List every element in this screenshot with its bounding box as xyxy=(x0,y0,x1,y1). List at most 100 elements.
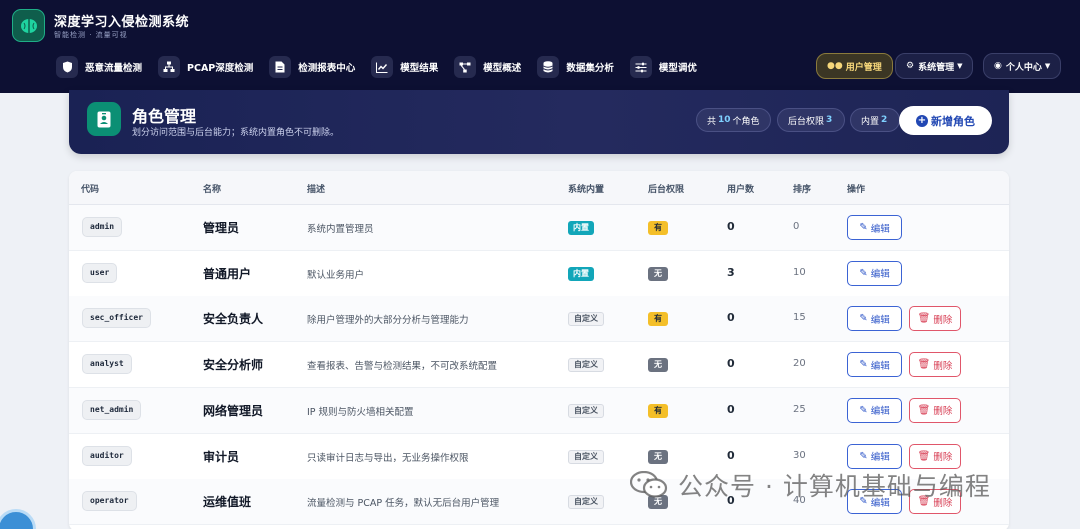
delete-button[interactable]: 🗑 删除 xyxy=(909,397,961,423)
role-code: sec_officer xyxy=(82,308,151,329)
delete-button[interactable]: 🗑 删除 xyxy=(909,352,961,378)
sort-order: 15 xyxy=(793,312,806,324)
role-name: 安全负责人 xyxy=(203,312,264,327)
nav-pcap[interactable]: PCAP深度检测 xyxy=(154,53,259,81)
role-name: 审计员 xyxy=(203,449,240,464)
table-row: analyst 安全分析师 查看报表、告警与检测结果，不可改系统配置 自定义 无 0 20 ✎… xyxy=(69,342,1009,389)
header-code: 代码 xyxy=(81,185,100,195)
nav-dataset-analysis[interactable]: 数据集分析 xyxy=(533,53,620,81)
system-management-dropdown[interactable]: ⚙ 系统管理 ▼ xyxy=(895,53,974,79)
page-title: 角色管理 xyxy=(132,107,197,126)
admin-label: 后台权限 xyxy=(788,116,825,127)
edit-icon: ✎ xyxy=(859,313,868,325)
edit-label: 编辑 xyxy=(870,452,890,463)
role-code: admin xyxy=(82,217,123,237)
nav-model-results[interactable]: 模型结果 xyxy=(367,53,444,81)
file-report-icon xyxy=(269,56,292,78)
nav-label: 恶意流量检测 xyxy=(85,63,143,74)
role-name: 网络管理员 xyxy=(203,403,264,418)
role-code: analyst xyxy=(82,354,132,375)
personal-center-dropdown[interactable]: ◉ 个人中心 ▼ xyxy=(983,53,1062,79)
edit-button[interactable]: ✎ 编辑 xyxy=(847,260,902,286)
edit-icon: ✎ xyxy=(859,404,868,416)
builtin-badge: 自定义 xyxy=(568,403,604,418)
edit-label: 编辑 xyxy=(870,223,890,235)
table-row: sec_officer 安全负责人 除用户管理外的大部分分析与管理能力 自定义 有 0 15… xyxy=(69,296,1009,343)
trash-icon: 🗑 xyxy=(917,404,931,416)
total-prefix: 共 xyxy=(707,116,717,127)
nav-report-center[interactable]: 检测报表中心 xyxy=(265,53,361,81)
sort-order: 0 xyxy=(793,221,800,232)
delete-label: 删除 xyxy=(933,314,953,326)
user-count: 0 xyxy=(727,402,735,416)
delete-label: 删除 xyxy=(933,452,953,463)
role-code: auditor xyxy=(82,445,132,466)
builtin-count: 2 xyxy=(881,115,888,125)
plus-circle-icon: + xyxy=(916,114,928,127)
nav-malicious-traffic[interactable]: 恶意流量检测 xyxy=(52,53,148,81)
builtin-label: 内置 xyxy=(861,116,880,127)
edit-icon: ✎ xyxy=(859,450,868,462)
edit-button[interactable]: ✎ 编辑 xyxy=(847,306,902,332)
edit-button[interactable]: ✎ 编辑 xyxy=(847,397,902,423)
header-users: 用户数 xyxy=(727,185,755,195)
table-row: admin 管理员 系统内置管理员 内置 有 0 0 ✎ 编辑 xyxy=(69,205,1009,251)
header-builtin: 系统内置 xyxy=(568,185,605,195)
main-nav: 恶意流量检测 PCAP深度检测 检测报表中心 模型结果 模型概述 数据集分析 模… xyxy=(52,53,703,81)
role-name: 普通用户 xyxy=(203,266,252,281)
floating-assistant-button[interactable] xyxy=(0,509,36,529)
role-code: user xyxy=(82,262,118,283)
delete-label: 删除 xyxy=(933,406,953,418)
nav-model-tuning[interactable]: 模型调优 xyxy=(626,53,703,81)
top-navbar: 深度学习入侵检测系统 智能检测 · 流量可视 恶意流量检测 PCAP深度检测 检… xyxy=(0,0,1080,93)
brain-logo-icon[interactable] xyxy=(12,9,45,42)
role-management-header: 角色管理 划分访问范围与后台能力；系统内置角色不可删除。 共 10 个角色 后台… xyxy=(69,90,1009,154)
role-name: 运维值班 xyxy=(203,495,252,510)
user-management-button[interactable]: ●● 用户管理 xyxy=(816,53,893,79)
role-description: 除用户管理外的大部分分析与管理能力 xyxy=(307,315,469,327)
add-role-button[interactable]: + 新增角色 xyxy=(899,106,992,135)
sort-order: 30 xyxy=(793,449,806,461)
trash-icon: 🗑 xyxy=(917,313,931,325)
chart-line-icon xyxy=(371,56,394,78)
user-count: 0 xyxy=(727,357,735,371)
caret-down-icon: ▼ xyxy=(1044,62,1051,70)
builtin-badge: 自定义 xyxy=(568,358,604,373)
admin-count: 3 xyxy=(826,115,833,125)
shield-icon xyxy=(56,56,78,78)
sliders-icon xyxy=(629,56,652,78)
role-code: net_admin xyxy=(82,399,142,420)
edit-button[interactable]: ✎ 编辑 xyxy=(847,215,902,240)
nav-label: PCAP深度检测 xyxy=(187,63,254,74)
admin-permission-badge: 无 xyxy=(648,358,668,373)
user-count: 3 xyxy=(727,265,735,279)
header-sort: 排序 xyxy=(793,185,812,195)
role-description: 默认业务用户 xyxy=(307,269,365,281)
gear-icon: ⚙ xyxy=(906,61,915,71)
nav-model-overview[interactable]: 模型概述 xyxy=(450,53,527,81)
nav-label: 模型概述 xyxy=(483,63,522,74)
id-badge-icon xyxy=(87,102,121,136)
edit-button[interactable]: ✎ 编辑 xyxy=(847,352,902,378)
nav-label: 模型结果 xyxy=(400,63,439,74)
delete-button[interactable]: 🗑 删除 xyxy=(909,306,961,332)
network-icon xyxy=(158,56,181,78)
delete-label: 删除 xyxy=(933,360,953,372)
personal-center-label: 个人中心 xyxy=(1005,62,1042,73)
user-count: 0 xyxy=(727,311,735,325)
admin-permission-badge: 有 xyxy=(648,221,668,235)
sort-order: 10 xyxy=(793,266,806,278)
header-desc: 描述 xyxy=(307,185,326,195)
edit-label: 编辑 xyxy=(870,269,890,281)
app-title[interactable]: 深度学习入侵检测系统 xyxy=(54,11,189,30)
admin-permission-badge: 有 xyxy=(648,403,668,418)
edit-icon: ✎ xyxy=(859,267,868,279)
system-management-label: 系统管理 xyxy=(918,62,955,73)
header-admin: 后台权限 xyxy=(648,185,685,195)
role-description: 查看报表、告警与检测结果，不可改系统配置 xyxy=(307,361,498,373)
edit-icon: ✎ xyxy=(859,359,868,371)
builtin-badge: 自定义 xyxy=(568,312,604,327)
table-row: user 普通用户 默认业务用户 内置 无 3 10 ✎ 编辑 xyxy=(69,251,1009,297)
user-count: 0 xyxy=(727,220,735,233)
nav-label: 模型调优 xyxy=(658,63,697,74)
